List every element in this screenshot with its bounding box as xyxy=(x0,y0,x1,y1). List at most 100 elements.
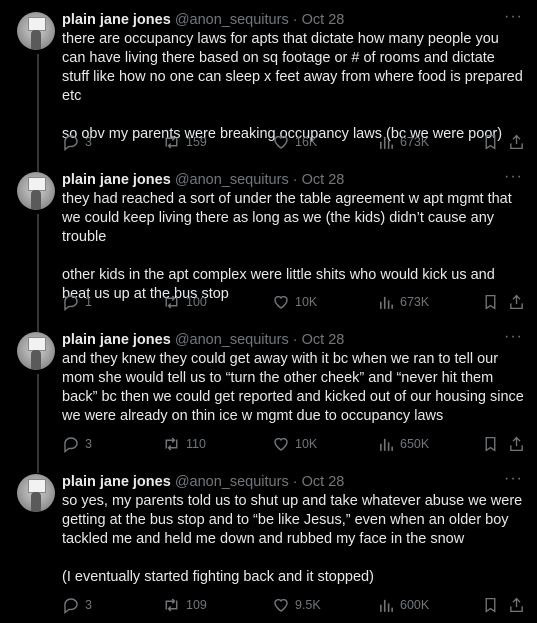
timestamp[interactable]: Oct 28 xyxy=(302,172,345,188)
share-icon xyxy=(508,133,525,151)
tweet-header: plain jane jones @anon_sequiturs · Oct 2… xyxy=(62,11,507,29)
share-icon xyxy=(508,293,525,311)
bookmark-button[interactable] xyxy=(482,595,499,615)
like-button[interactable]: 9.5K xyxy=(272,595,321,615)
retweet-button[interactable]: 159 xyxy=(162,132,207,152)
bookmark-button[interactable] xyxy=(482,132,499,152)
avatar[interactable] xyxy=(17,172,55,210)
views-count: 673K xyxy=(400,135,430,149)
tweet-text: and they knew they could get away with i… xyxy=(62,350,524,426)
avatar[interactable] xyxy=(17,474,55,512)
retweet-icon xyxy=(162,133,181,151)
reply-icon xyxy=(62,435,80,453)
like-button[interactable]: 10K xyxy=(272,434,317,454)
share-button[interactable] xyxy=(508,434,525,454)
tweet-header: plain jane jones @anon_sequiturs · Oct 2… xyxy=(62,171,507,189)
separator-dot: · xyxy=(292,332,298,348)
more-icon[interactable]: ··· xyxy=(504,168,523,186)
views-button[interactable]: 650K xyxy=(378,434,429,454)
reply-count: 3 xyxy=(85,437,92,451)
reply-button[interactable]: 3 xyxy=(62,132,92,152)
retweet-count: 159 xyxy=(186,135,207,149)
like-count: 10K xyxy=(295,295,318,309)
more-icon[interactable]: ··· xyxy=(504,328,523,346)
tweet-paragraph: they had reached a sort of under the tab… xyxy=(62,191,512,245)
bookmark-icon xyxy=(482,596,499,614)
timestamp[interactable]: Oct 28 xyxy=(302,12,345,28)
views-count: 673K xyxy=(400,295,430,309)
retweet-button[interactable]: 109 xyxy=(162,595,207,615)
share-button[interactable] xyxy=(508,292,525,312)
tweet[interactable]: plain jane jones @anon_sequiturs · Oct 2… xyxy=(0,320,537,462)
views-icon xyxy=(378,294,395,311)
heart-icon xyxy=(272,435,290,453)
avatar[interactable] xyxy=(17,12,55,50)
author-handle[interactable]: @anon_sequiturs xyxy=(175,332,289,348)
retweet-icon xyxy=(162,435,181,453)
more-icon[interactable]: ··· xyxy=(504,8,523,26)
avatar[interactable] xyxy=(17,332,55,370)
reply-icon xyxy=(62,596,80,614)
tweet-header: plain jane jones @anon_sequiturs · Oct 2… xyxy=(62,331,507,349)
like-button[interactable]: 10K xyxy=(272,292,317,312)
views-button[interactable]: 673K xyxy=(378,132,429,152)
retweet-button[interactable]: 110 xyxy=(162,434,206,454)
views-button[interactable]: 673K xyxy=(378,292,429,312)
tweet-actions: 3 109 9.5K 600K xyxy=(62,595,527,615)
tweet-text: they had reached a sort of under the tab… xyxy=(62,190,524,304)
bookmark-icon xyxy=(482,435,499,453)
author-name[interactable]: plain jane jones xyxy=(62,12,171,28)
retweet-icon xyxy=(162,596,181,614)
share-button[interactable] xyxy=(508,595,525,615)
like-count: 9.5K xyxy=(295,598,321,612)
tweet-paragraph: (I eventually started fighting back and … xyxy=(62,569,374,585)
bookmark-button[interactable] xyxy=(482,292,499,312)
tweet-actions: 3 110 10K 650K xyxy=(62,434,527,454)
tweet-paragraph: so yes, my parents told us to shut up an… xyxy=(62,493,523,547)
views-count: 650K xyxy=(400,437,430,451)
share-icon xyxy=(508,596,525,614)
tweet-paragraph: and they knew they could get away with i… xyxy=(62,351,524,424)
author-name[interactable]: plain jane jones xyxy=(62,474,171,490)
author-handle[interactable]: @anon_sequiturs xyxy=(175,12,289,28)
retweet-button[interactable]: 100 xyxy=(162,292,207,312)
separator-dot: · xyxy=(292,12,298,28)
reply-button[interactable]: 1 xyxy=(62,292,92,312)
separator-dot: · xyxy=(292,172,298,188)
retweet-icon xyxy=(162,293,181,311)
author-name[interactable]: plain jane jones xyxy=(62,332,171,348)
heart-icon xyxy=(272,293,290,311)
views-button[interactable]: 600K xyxy=(378,595,429,615)
views-icon xyxy=(378,134,395,151)
author-handle[interactable]: @anon_sequiturs xyxy=(175,172,289,188)
reply-count: 1 xyxy=(85,295,92,309)
tweet-thread: plain jane jones @anon_sequiturs · Oct 2… xyxy=(0,0,537,623)
timestamp[interactable]: Oct 28 xyxy=(302,332,345,348)
like-count: 16K xyxy=(295,135,318,149)
reply-button[interactable]: 3 xyxy=(62,434,92,454)
timestamp[interactable]: Oct 28 xyxy=(302,474,345,490)
bookmark-button[interactable] xyxy=(482,434,499,454)
share-button[interactable] xyxy=(508,132,525,152)
separator-dot: · xyxy=(292,474,298,490)
tweet-text: there are occupancy laws for apts that d… xyxy=(62,30,524,144)
tweet-actions: 1 100 10K 673K xyxy=(62,292,527,312)
tweet-actions: 3 159 16K 673K xyxy=(62,132,527,152)
share-icon xyxy=(508,435,525,453)
tweet[interactable]: plain jane jones @anon_sequiturs · Oct 2… xyxy=(0,462,537,623)
tweet[interactable]: plain jane jones @anon_sequiturs · Oct 2… xyxy=(0,160,537,320)
tweet[interactable]: plain jane jones @anon_sequiturs · Oct 2… xyxy=(0,0,537,160)
retweet-count: 100 xyxy=(186,295,207,309)
like-button[interactable]: 16K xyxy=(272,132,317,152)
tweet-text: so yes, my parents told us to shut up an… xyxy=(62,492,524,587)
like-count: 10K xyxy=(295,437,318,451)
bookmark-icon xyxy=(482,293,499,311)
views-icon xyxy=(378,597,395,614)
author-name[interactable]: plain jane jones xyxy=(62,172,171,188)
reply-count: 3 xyxy=(85,598,92,612)
more-icon[interactable]: ··· xyxy=(504,470,523,488)
reply-button[interactable]: 3 xyxy=(62,595,92,615)
retweet-count: 110 xyxy=(186,437,206,451)
heart-icon xyxy=(272,596,290,614)
author-handle[interactable]: @anon_sequiturs xyxy=(175,474,289,490)
